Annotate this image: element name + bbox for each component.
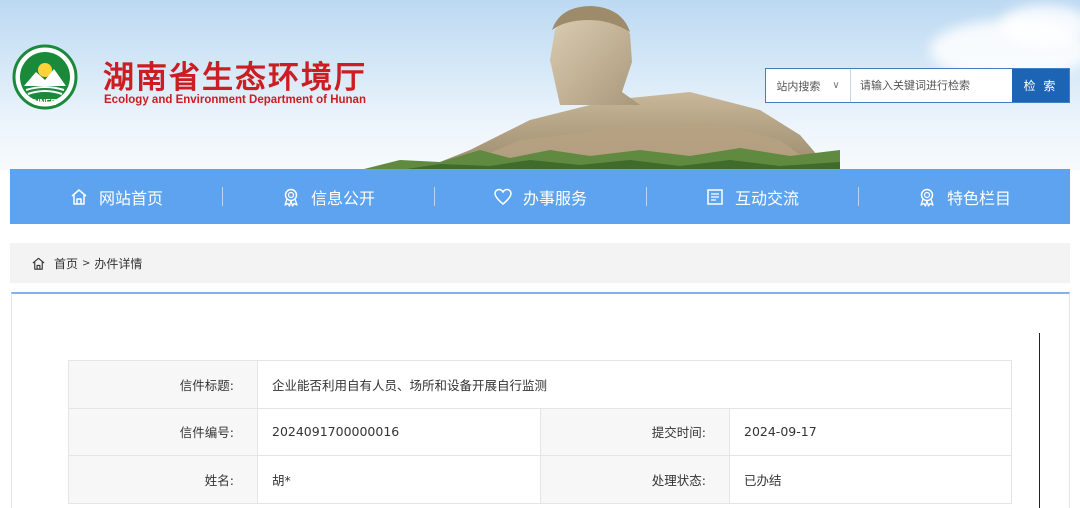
medal-icon bbox=[920, 188, 934, 207]
cloud-decoration bbox=[1000, 5, 1080, 45]
letter-detail-table: 信件标题: 企业能否利用自有人员、场所和设备开展自行监测 信件编号: 20240… bbox=[68, 360, 1012, 504]
heart-icon bbox=[494, 188, 512, 205]
home-icon bbox=[71, 188, 87, 205]
submit-time-label: 提交时间: bbox=[540, 407, 730, 456]
table-row: 信件标题: 企业能否利用自有人员、场所和设备开展自行监测 bbox=[68, 360, 1012, 409]
site-title: 湖南省生态环境厅 bbox=[103, 60, 367, 96]
site-subtitle: Ecology and Environment Department of Hu… bbox=[104, 94, 366, 106]
breadcrumb-home-link[interactable]: 首页 bbox=[54, 255, 78, 272]
svg-text:HNEE: HNEE bbox=[34, 98, 57, 107]
nav-item-label: 网站首页 bbox=[98, 188, 163, 208]
search-input[interactable] bbox=[851, 69, 1012, 102]
table-row: 姓名: 胡* 处理状态: 已办结 bbox=[68, 455, 1012, 504]
nav-item-features[interactable]: 特色栏目 bbox=[858, 169, 1070, 224]
medal-icon bbox=[284, 188, 298, 207]
breadcrumb-separator: > bbox=[82, 257, 91, 269]
search-button[interactable]: 检 索 bbox=[1012, 69, 1069, 102]
main-nav: 网站首页 信息公开 办事服务 互动交流 特色栏目 bbox=[10, 169, 1070, 224]
table-row: 信件编号: 2024091700000016 提交时间: 2024-09-17 bbox=[68, 407, 1012, 456]
chevron-down-icon: ∨ bbox=[832, 80, 840, 91]
divider-line bbox=[1039, 333, 1040, 508]
search-scope-label: 站内搜索 bbox=[776, 79, 821, 93]
nav-item-info-public[interactable]: 信息公开 bbox=[222, 169, 434, 224]
nav-item-label: 互动交流 bbox=[734, 188, 799, 208]
submit-time-value: 2024-09-17 bbox=[729, 407, 1012, 456]
search-bar: 站内搜索 ∨ 检 索 bbox=[765, 68, 1070, 103]
status-label: 处理状态: bbox=[540, 455, 730, 504]
letter-number-value: 2024091700000016 bbox=[257, 407, 541, 456]
nav-item-home[interactable]: 网站首页 bbox=[10, 169, 222, 224]
nav-item-label: 办事服务 bbox=[522, 188, 587, 208]
logo[interactable]: HNEE bbox=[12, 42, 78, 112]
name-label: 姓名: bbox=[68, 455, 258, 504]
letter-title-value: 企业能否利用自有人员、场所和设备开展自行监测 bbox=[257, 360, 1012, 409]
letter-title-label: 信件标题: bbox=[68, 360, 258, 409]
site-header: HNEE 湖南省生态环境厅 Ecology and Environment De… bbox=[0, 0, 1080, 170]
status-value: 已办结 bbox=[729, 455, 1012, 504]
breadcrumb: 首页 > 办件详情 bbox=[10, 243, 1070, 283]
nav-item-interaction[interactable]: 互动交流 bbox=[646, 169, 858, 224]
nav-item-label: 信息公开 bbox=[310, 188, 375, 208]
nav-item-services[interactable]: 办事服务 bbox=[434, 169, 646, 224]
document-icon bbox=[707, 188, 723, 205]
home-icon bbox=[32, 257, 45, 270]
nav-item-label: 特色栏目 bbox=[946, 188, 1011, 208]
name-value: 胡* bbox=[257, 455, 541, 504]
search-scope-select[interactable]: 站内搜索 ∨ bbox=[766, 69, 851, 102]
hnee-logo-icon: HNEE bbox=[12, 44, 78, 110]
breadcrumb-current: 办件详情 bbox=[94, 256, 143, 271]
letter-number-label: 信件编号: bbox=[68, 407, 258, 456]
